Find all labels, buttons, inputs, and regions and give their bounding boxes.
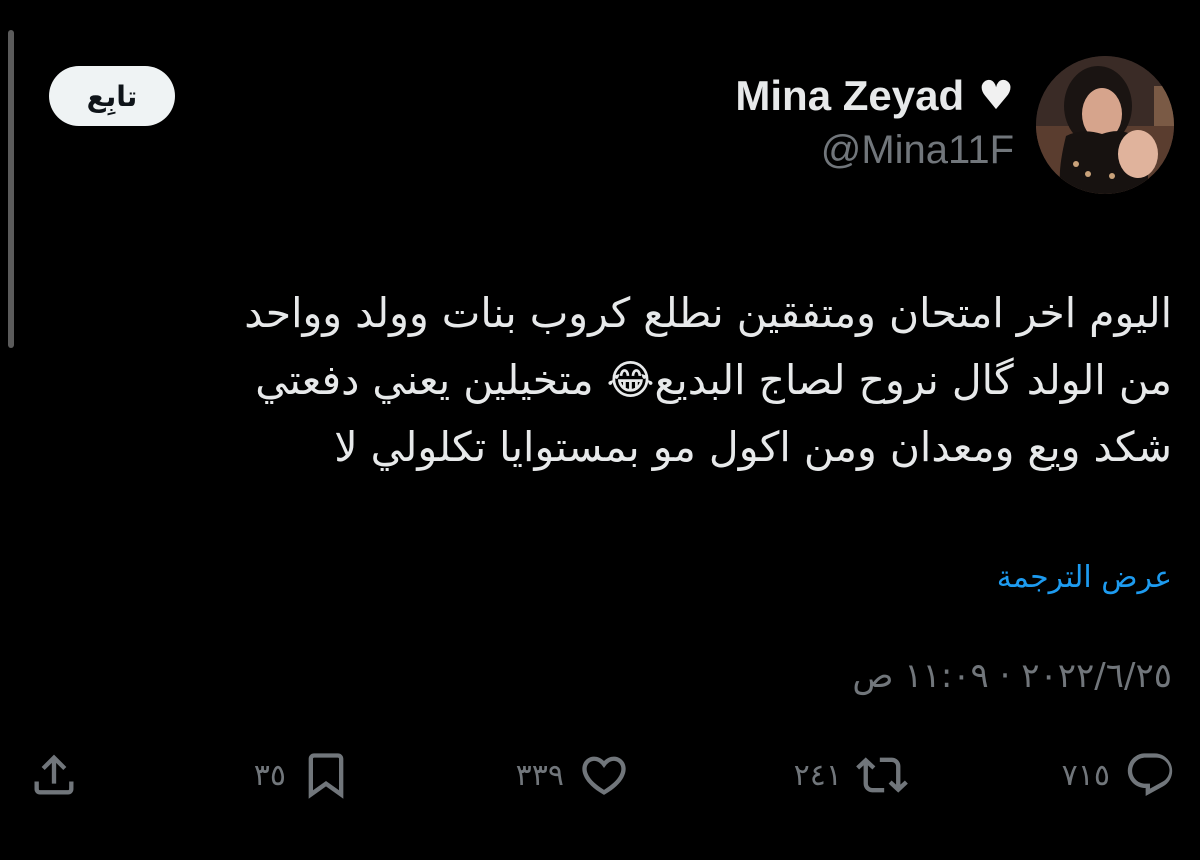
follow-button[interactable]: تابِع	[49, 66, 175, 126]
display-name[interactable]: Mina Zeyad	[735, 72, 964, 120]
avatar[interactable]	[1036, 56, 1174, 194]
share-icon	[34, 754, 74, 795]
tweet-text-line: اليوم اخر امتحان ومتفقين نطلع كروب بنات …	[244, 289, 1172, 337]
user-handle[interactable]: @Mina11F	[821, 128, 1014, 173]
heart-icon	[582, 756, 626, 795]
bookmark-button[interactable]: ٣٥	[254, 740, 352, 810]
like-count: ٣٣٩	[515, 757, 564, 793]
like-button[interactable]: ٣٣٩	[516, 740, 630, 810]
user-name-row: Mina Zeyad ♥	[735, 66, 1014, 126]
tweet-text: اليوم اخر امتحان ومتفقين نطلع كروب بنات …	[62, 280, 1172, 481]
share-button[interactable]	[28, 740, 80, 810]
tweet-text-line: شكد ويع ومعدان ومن اكول مو بمستوايا تكلو…	[334, 423, 1172, 471]
action-bar: ٧١٥ ٢٤١ ٣٣٩ ٣٥	[0, 740, 1200, 810]
translate-link[interactable]: عرض الترجمة	[997, 560, 1172, 595]
tweet-timestamp[interactable]: ٢٠٢٢/٦/٢٥ · ١١:٠٩ ص	[852, 656, 1172, 696]
avatar-image	[1036, 56, 1174, 194]
reply-button[interactable]: ٧١٥	[1062, 740, 1176, 810]
tweet-text-line: من الولد گال نروح لصاج البديع😂 متخيلين ي…	[255, 356, 1172, 404]
retweet-count: ٢٤١	[793, 757, 842, 793]
retweet-button[interactable]: ٢٤١	[794, 740, 908, 810]
retweet-icon	[856, 757, 908, 793]
bookmark-icon	[308, 753, 344, 799]
bookmark-count: ٣٥	[253, 757, 286, 793]
reply-count: ٧١٥	[1061, 757, 1110, 793]
scrollbar[interactable]	[8, 30, 14, 348]
reply-icon	[1127, 753, 1173, 797]
white-heart-emoji-icon: ♥	[978, 73, 1014, 119]
